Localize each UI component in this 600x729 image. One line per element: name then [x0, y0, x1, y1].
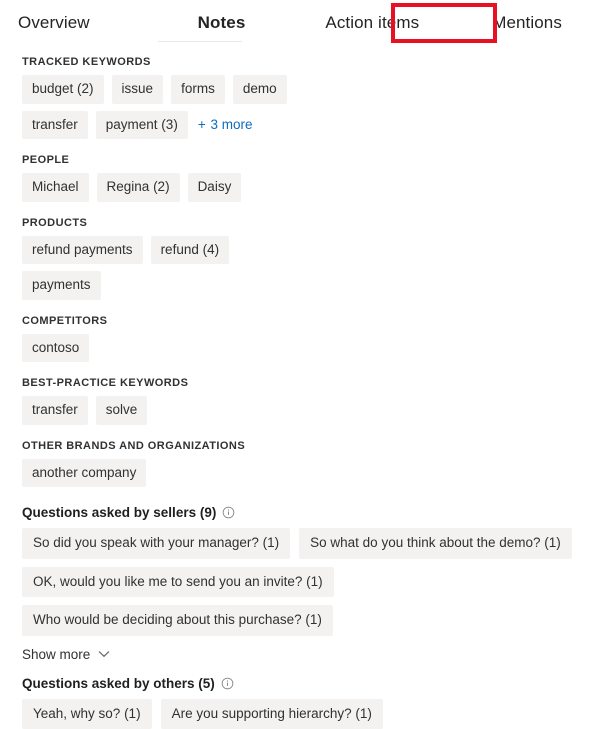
section-best-practice-keywords: BEST-PRACTICE KEYWORDS transfer solve — [22, 366, 582, 425]
plus-icon: + — [198, 117, 207, 132]
more-count-label: 3 more — [210, 117, 252, 132]
tab-action-items[interactable]: Action items — [325, 13, 419, 33]
show-more-questions-button[interactable]: Show more — [22, 647, 110, 662]
chip-group: payments — [22, 271, 578, 300]
best-practice-chip[interactable]: transfer — [22, 396, 88, 425]
keyword-chip[interactable]: forms — [171, 75, 225, 104]
info-circle-icon[interactable] — [222, 506, 235, 519]
section-products: PRODUCTS refund payments refund (4) paym… — [22, 206, 582, 300]
question-chip[interactable]: Who would be deciding about this purchas… — [22, 605, 333, 636]
chip-group: another company — [22, 459, 578, 488]
chip-group: contoso — [22, 334, 578, 363]
tab-selection-underline — [158, 41, 242, 42]
competitor-chip[interactable]: contoso — [22, 334, 89, 363]
section-heading: OTHER BRANDS AND ORGANIZATIONS — [22, 429, 582, 452]
chip-group: Michael Regina (2) Daisy — [22, 173, 578, 202]
question-chip[interactable]: So what do you think about the demo? (1) — [299, 528, 572, 559]
show-more-label: Show more — [22, 647, 90, 662]
brand-chip[interactable]: another company — [22, 459, 146, 488]
question-chip[interactable]: So did you speak with your manager? (1) — [22, 528, 290, 559]
keyword-chip[interactable]: demo — [233, 75, 287, 104]
section-people: PEOPLE Michael Regina (2) Daisy — [22, 143, 582, 202]
section-heading: COMPETITORS — [22, 304, 582, 327]
section-heading: BEST-PRACTICE KEYWORDS — [22, 366, 582, 389]
keyword-chip[interactable]: transfer — [22, 111, 88, 140]
tab-strip: Overview Notes Action items Mentions — [0, 0, 600, 45]
person-chip[interactable]: Daisy — [188, 173, 242, 202]
best-practice-chip[interactable]: solve — [96, 396, 148, 425]
product-chip[interactable]: refund (4) — [151, 236, 230, 265]
questions-by-sellers-title: Questions asked by sellers (9) — [22, 505, 216, 520]
questions-by-others-block: Questions asked by others (5) Yeah, why … — [22, 662, 582, 729]
section-heading: PEOPLE — [22, 143, 582, 166]
person-chip[interactable]: Michael — [22, 173, 89, 202]
info-circle-icon[interactable] — [221, 677, 234, 690]
product-chip[interactable]: refund payments — [22, 236, 143, 265]
chip-group: budget (2) issue forms demo — [22, 75, 578, 104]
section-other-brands: OTHER BRANDS AND ORGANIZATIONS another c… — [22, 429, 582, 488]
keyword-chip[interactable]: payment (3) — [96, 111, 188, 140]
tab-notes[interactable]: Notes — [198, 13, 246, 33]
section-tracked-keywords: TRACKED KEYWORDS budget (2) issue forms … — [22, 45, 582, 139]
chevron-down-icon — [98, 650, 110, 658]
section-heading: PRODUCTS — [22, 206, 582, 229]
chip-group: So did you speak with your manager? (1) … — [22, 528, 578, 636]
chip-group: Yeah, why so? (1) Are you supporting hie… — [22, 699, 578, 729]
mentions-panel: TRACKED KEYWORDS budget (2) issue forms … — [0, 45, 600, 729]
section-heading: TRACKED KEYWORDS — [22, 45, 582, 68]
questions-by-others-title: Questions asked by others (5) — [22, 676, 215, 691]
product-chip[interactable]: payments — [22, 271, 101, 300]
question-chip[interactable]: Yeah, why so? (1) — [22, 699, 152, 729]
question-chip[interactable]: OK, would you like me to send you an inv… — [22, 567, 334, 598]
tab-mentions[interactable]: Mentions — [492, 13, 562, 33]
questions-by-sellers-block: Questions asked by sellers (9) So did yo… — [22, 491, 582, 662]
keyword-chip[interactable]: issue — [112, 75, 164, 104]
keyword-chip[interactable]: budget (2) — [22, 75, 104, 104]
section-competitors: COMPETITORS contoso — [22, 304, 582, 363]
chip-group: transfer solve — [22, 396, 578, 425]
question-chip[interactable]: Are you supporting hierarchy? (1) — [161, 699, 383, 729]
questions-by-sellers-header: Questions asked by sellers (9) — [22, 505, 582, 520]
tab-overview[interactable]: Overview — [18, 13, 90, 33]
show-more-keywords-link[interactable]: + 3 more — [196, 117, 253, 132]
chip-group: refund payments refund (4) — [22, 236, 578, 265]
chip-group: transfer payment (3) + 3 more — [22, 111, 578, 140]
questions-by-others-header: Questions asked by others (5) — [22, 676, 582, 691]
person-chip[interactable]: Regina (2) — [97, 173, 180, 202]
